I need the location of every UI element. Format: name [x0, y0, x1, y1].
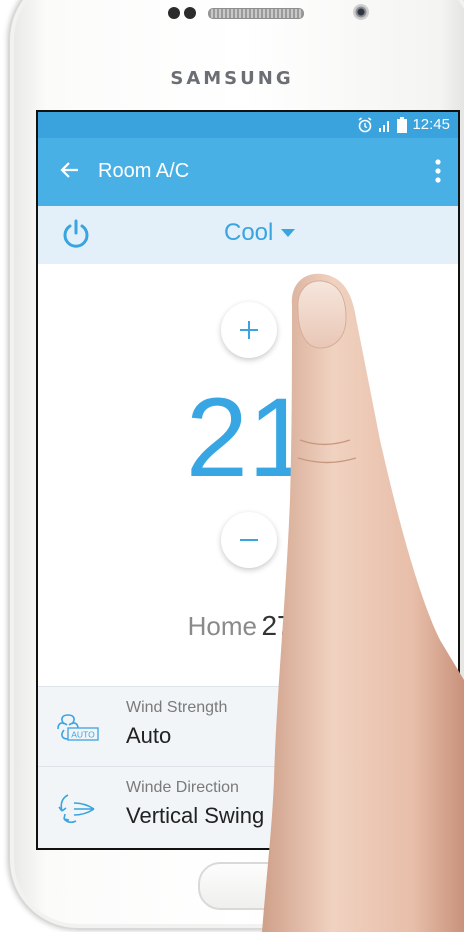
- minus-icon: [240, 539, 258, 541]
- decrease-temperature-button[interactable]: [221, 512, 277, 568]
- mode-label: Cool: [224, 219, 274, 246]
- fan-auto-text: AUTO: [71, 730, 95, 740]
- wind-direction-icon: [58, 794, 95, 824]
- signal-icon: [379, 120, 390, 132]
- fan-auto-icon: AUTO: [57, 714, 99, 741]
- settings-list: AUTO Wind Strength Auto Winde Direction …: [38, 686, 458, 848]
- alarm-icon: [358, 116, 372, 132]
- status-bar: 12:45: [38, 112, 458, 138]
- proximity-sensor: [168, 7, 180, 19]
- home-button[interactable]: [198, 862, 294, 910]
- earpiece-speaker: [208, 8, 304, 19]
- plus-icon: [240, 321, 258, 339]
- list-item-wind-direction[interactable]: Winde Direction Vertical Swing: [38, 766, 458, 847]
- home-unit: °C: [292, 612, 309, 628]
- increase-temperature-button[interactable]: [221, 302, 277, 358]
- status-time: 12:45: [412, 116, 450, 133]
- setting-value: Vertical Swing: [126, 803, 265, 828]
- more-vert-icon[interactable]: [434, 158, 442, 184]
- app-bar: Room A/C: [38, 138, 458, 206]
- arrow-left-icon[interactable]: [58, 158, 82, 182]
- power-icon[interactable]: [60, 218, 92, 250]
- brand-logo: SAMSUNG: [170, 68, 294, 89]
- home-value: 27: [261, 610, 293, 641]
- page-title: Room A/C: [98, 160, 190, 182]
- battery-icon: [397, 116, 408, 133]
- caret-down-icon: [281, 229, 296, 237]
- setting-value: Auto: [126, 723, 172, 748]
- setting-label: Winde Direction: [126, 779, 239, 796]
- front-camera: [353, 4, 369, 20]
- thermostat-panel: 21 Home 27°C: [38, 264, 458, 686]
- list-item-wind-strength[interactable]: AUTO Wind Strength Auto: [38, 686, 458, 767]
- mode-bar: Cool: [38, 206, 458, 264]
- home-temperature: Home 27°C: [38, 610, 458, 642]
- light-sensor: [184, 7, 196, 19]
- setting-label: Wind Strength: [126, 699, 228, 716]
- setpoint-temperature: 21: [185, 375, 311, 500]
- mode-dropdown[interactable]: Cool: [224, 219, 296, 247]
- phone-screen: 12:45 Room A/C Cool 21 Home 27°C AUTO Wi…: [36, 110, 460, 850]
- home-label: Home: [187, 611, 258, 641]
